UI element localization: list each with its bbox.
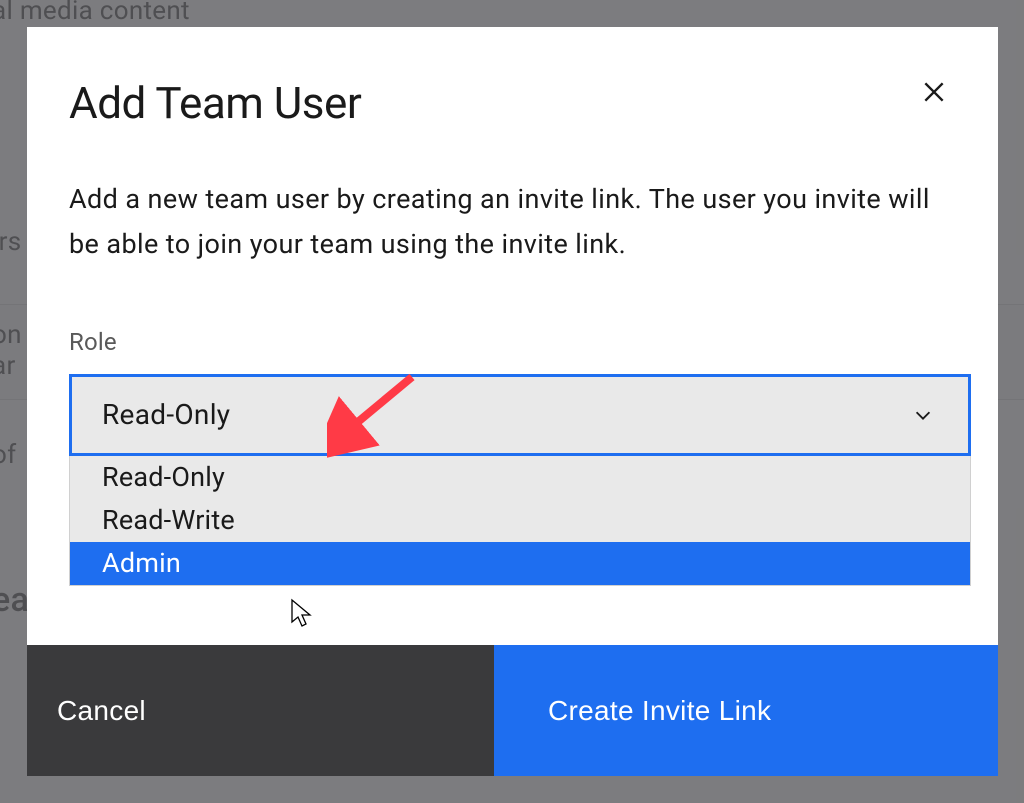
- modal-body: Add Team User Add a new team user by cre…: [27, 27, 998, 645]
- modal-footer: Cancel Create Invite Link: [27, 645, 998, 776]
- create-invite-link-button[interactable]: Create Invite Link: [494, 645, 998, 776]
- role-select-value: Read-Only: [102, 398, 230, 431]
- chevron-down-icon: [912, 404, 934, 426]
- close-icon: [921, 79, 947, 108]
- cancel-button[interactable]: Cancel: [27, 645, 494, 776]
- add-team-user-modal: Add Team User Add a new team user by cre…: [27, 27, 998, 776]
- role-dropdown: Read-Only Read-Write Admin: [69, 456, 971, 586]
- cancel-button-label: Cancel: [57, 695, 146, 727]
- role-option-read-write[interactable]: Read-Write: [70, 499, 970, 542]
- modal-title: Add Team User: [69, 77, 956, 129]
- role-option-read-only[interactable]: Read-Only: [70, 456, 970, 499]
- role-select-wrap: Read-Only Read-Only Read-Write Admin: [69, 374, 971, 456]
- close-button[interactable]: [914, 73, 954, 113]
- role-select[interactable]: Read-Only: [69, 374, 971, 456]
- modal-description: Add a new team user by creating an invit…: [69, 177, 956, 268]
- role-field-label: Role: [69, 328, 956, 356]
- role-option-admin[interactable]: Admin: [70, 542, 970, 585]
- create-invite-link-label: Create Invite Link: [548, 695, 771, 727]
- cursor-icon: [290, 598, 314, 628]
